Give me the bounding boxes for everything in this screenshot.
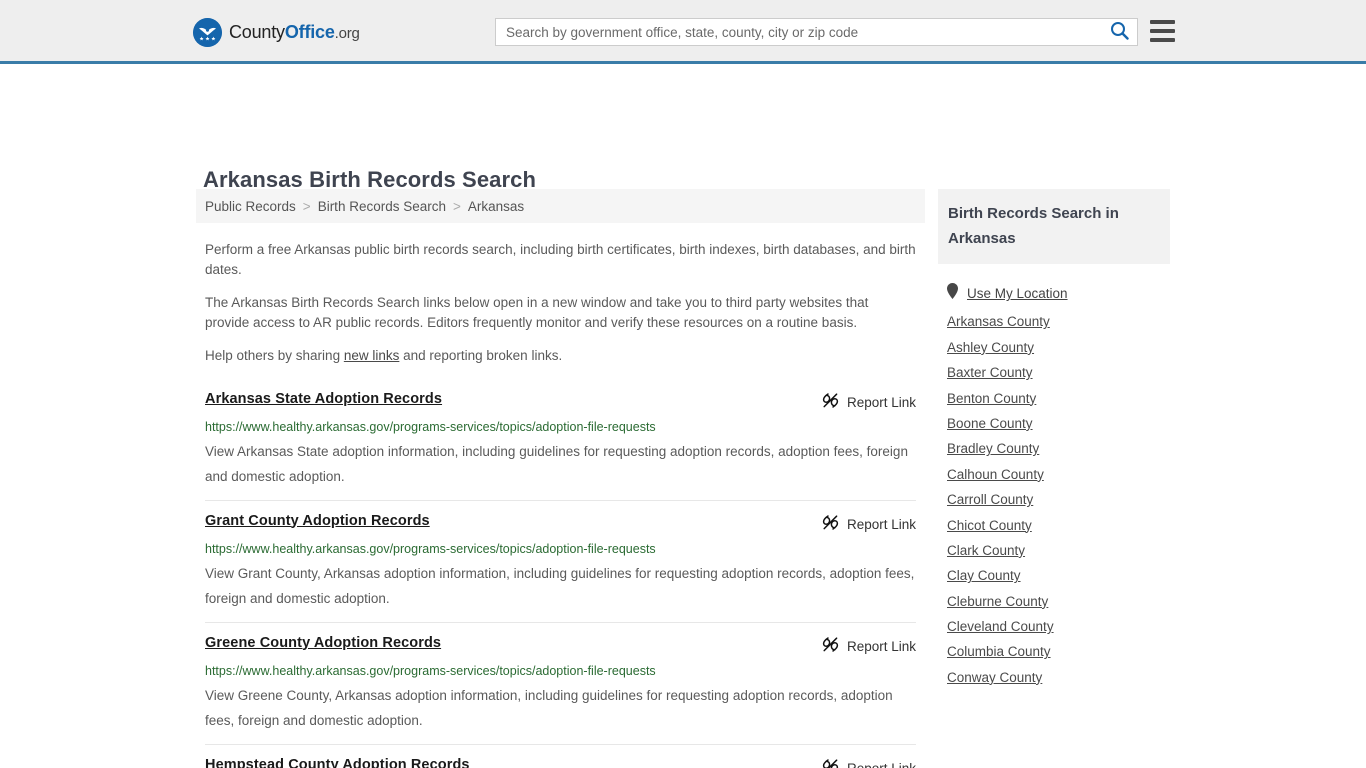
broken-link-icon [822,758,839,768]
sidebar-county-link[interactable]: Chicot County [947,507,1170,533]
breadcrumb-item-arkansas: Arkansas [467,198,525,214]
search-button[interactable] [1101,19,1137,45]
breadcrumb-item-public-records[interactable]: Public Records [205,199,296,214]
intro-text: Perform a free Arkansas public birth rec… [196,240,925,366]
list-item: Chicot County [938,507,1170,533]
result-url: https://www.healthy.arkansas.gov/program… [205,541,656,556]
result-item: Hempstead County Adoption Records Report… [205,745,916,768]
result-description: View Greene County, Arkansas adoption in… [205,687,893,728]
use-my-location-label: Use My Location [967,286,1068,301]
report-link-button[interactable]: Report Link [822,636,916,658]
sidebar-county-link[interactable]: Arkansas County [947,304,1170,329]
report-link-label: Report Link [846,517,916,532]
list-item: Baxter County [938,355,1170,380]
sidebar-county-link[interactable]: Cleburne County [947,583,1170,609]
list-item: Benton County [938,380,1170,406]
result-title-link[interactable]: Arkansas State Adoption Records [205,391,442,407]
sidebar-county-link[interactable]: Benton County [947,380,1170,406]
hamburger-bar-2 [1150,29,1175,33]
result-description: View Grant County, Arkansas adoption inf… [205,565,915,606]
sidebar-county-link[interactable]: Clark County [947,533,1170,558]
use-my-location-button[interactable]: Use My Location [947,283,1170,304]
intro-paragraph-2: The Arkansas Birth Records Search links … [205,295,869,330]
broken-link-icon [822,392,839,414]
search-bar[interactable] [495,18,1138,46]
county-links-list: Arkansas County Ashley County Baxter Cou… [938,304,1170,685]
sidebar-county-link[interactable]: Carroll County [947,482,1170,507]
sidebar-heading: Birth Records Search in Arkansas [938,189,1170,264]
intro-p3-before: Help others by sharing [205,348,344,363]
result-url: https://www.healthy.arkansas.gov/program… [205,663,656,678]
sidebar-county-link[interactable]: Cleveland County [947,609,1170,634]
report-link-button[interactable]: Report Link [822,392,916,414]
result-description: View Arkansas State adoption information… [205,443,908,484]
logo-wordmark: CountyOffice.org [229,22,360,43]
logo-text-office: Office [284,22,335,42]
report-link-button[interactable]: Report Link [822,758,916,768]
list-item: Boone County [938,406,1170,431]
list-item: Clay County [938,558,1170,583]
sidebar-county-link[interactable]: Bradley County [947,431,1170,456]
site-logo[interactable]: CountyOffice.org [193,18,360,47]
list-item: Cleveland County [938,609,1170,634]
result-header: Hempstead County Adoption Records Report… [205,757,916,768]
sidebar-county-link[interactable]: Conway County [947,659,1170,685]
result-url: https://www.healthy.arkansas.gov/program… [205,419,656,434]
logo-text-tld: .org [334,25,360,42]
intro-p3-after: and reporting broken links. [399,348,563,363]
breadcrumb-item-birth-records-search[interactable]: Birth Records Search [318,199,446,214]
intro-paragraph-3: Help others by sharing new links and rep… [205,346,916,366]
intro-paragraph-1: Perform a free Arkansas public birth rec… [205,242,916,277]
broken-link-icon [822,636,839,658]
result-header: Grant County Adoption Records Report Lin… [205,513,916,536]
list-item: Conway County [938,659,1170,685]
results-list: Arkansas State Adoption Records Report L… [196,379,925,768]
hamburger-menu-icon[interactable] [1150,20,1175,42]
breadcrumb-separator: > [453,198,461,214]
sidebar: Birth Records Search in Arkansas Use My … [938,189,1170,685]
breadcrumb: Public Records > Birth Records Search > … [196,189,925,223]
result-item: Arkansas State Adoption Records Report L… [205,379,916,501]
report-link-label: Report Link [846,395,916,410]
map-pin-icon [947,283,958,304]
result-title-link[interactable]: Greene County Adoption Records [205,635,441,651]
sidebar-county-link[interactable]: Columbia County [947,634,1170,659]
result-item: Grant County Adoption Records Report Lin… [205,501,916,623]
list-item: Arkansas County [938,304,1170,329]
list-item: Ashley County [938,329,1170,355]
list-item: Carroll County [938,482,1170,507]
report-link-label: Report Link [846,639,916,654]
search-icon [1110,21,1129,43]
sidebar-county-link[interactable]: Clay County [947,558,1170,583]
list-item: Columbia County [938,634,1170,659]
sidebar-county-link[interactable]: Ashley County [947,329,1170,355]
report-link-label: Report Link [847,761,916,768]
breadcrumb-separator: > [302,198,311,214]
result-title-link[interactable]: Grant County Adoption Records [205,513,430,529]
sidebar-county-link[interactable]: Baxter County [947,355,1170,380]
list-item: Cleburne County [938,583,1170,609]
page-body: Arkansas Birth Records Search Public Rec… [0,64,1366,768]
sidebar-county-link[interactable]: Calhoun County [947,456,1170,482]
result-item: Greene County Adoption Records Report Li… [205,623,916,745]
hamburger-bar-1 [1150,20,1175,24]
hamburger-bar-3 [1150,38,1175,42]
logo-text-county: County [229,22,285,42]
main-content-column: Public Records > Birth Records Search > … [196,189,925,768]
eagle-seal-icon [193,18,222,47]
result-title-link[interactable]: Hempstead County Adoption Records [205,757,470,768]
list-item: Bradley County [938,431,1170,456]
list-item: Clark County [938,533,1170,558]
report-link-button[interactable]: Report Link [822,514,916,536]
search-input[interactable] [496,19,1101,45]
result-header: Arkansas State Adoption Records Report L… [205,391,916,414]
broken-link-icon [822,514,839,536]
site-header: CountyOffice.org [0,0,1366,64]
new-links-link[interactable]: new links [344,348,400,363]
result-header: Greene County Adoption Records Report Li… [205,635,916,658]
sidebar-county-link[interactable]: Boone County [947,406,1170,431]
list-item: Calhoun County [938,456,1170,482]
